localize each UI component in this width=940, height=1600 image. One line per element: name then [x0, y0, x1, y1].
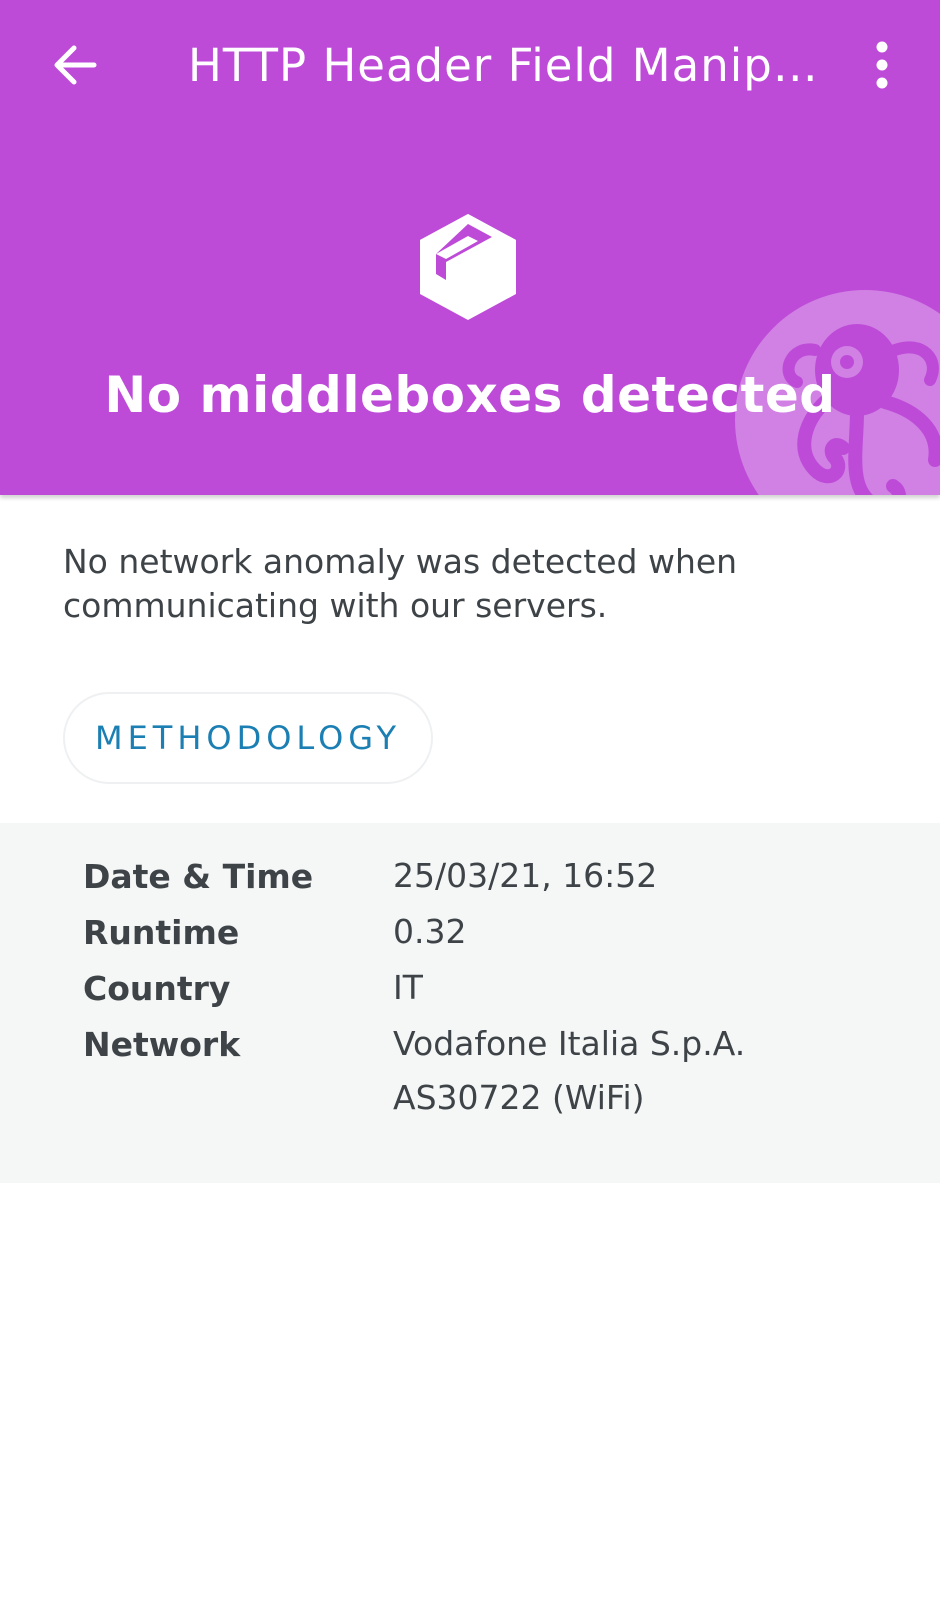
detail-label: Network: [83, 1025, 241, 1064]
toolbar: HTTP Header Field Manipulation: [0, 0, 940, 132]
detail-label: Date & Time: [83, 857, 314, 896]
detail-value: IT: [393, 968, 423, 1007]
arrow-left-icon: [54, 45, 97, 85]
detail-value: Vodafone Italia S.p.A. AS30722 (WiFi): [393, 1024, 746, 1117]
result-title: No middleboxes detected: [104, 366, 836, 424]
result-header: HTTP Header Field Manipulation: [0, 0, 940, 495]
detail-value: 0.32: [393, 912, 467, 951]
measurement-details-panel: Date & Time 25/03/21, 16:52 Runtime 0.32…: [0, 823, 940, 1183]
back-button[interactable]: [40, 30, 110, 100]
measurement-screen: HTTP Header Field Manipulation: [0, 0, 940, 1600]
methodology-button[interactable]: METHODOLOGY: [63, 692, 433, 784]
detail-value: 25/03/21, 16:52: [393, 856, 658, 895]
middlebox-cube-icon: [420, 214, 516, 320]
overflow-menu-button[interactable]: [850, 30, 914, 100]
result-description: No network anomaly was detected when com…: [63, 542, 738, 625]
detail-label: Runtime: [83, 913, 240, 952]
more-vertical-icon: [876, 41, 888, 89]
detail-label: Country: [83, 969, 231, 1008]
page-title: HTTP Header Field Manipulation: [188, 39, 818, 92]
